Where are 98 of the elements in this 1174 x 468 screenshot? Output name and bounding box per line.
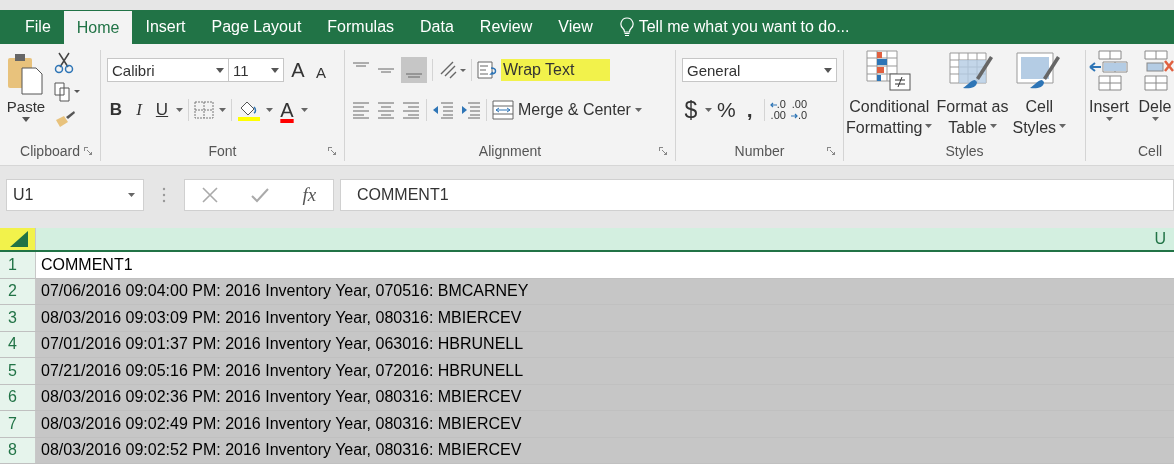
align-center-icon[interactable] [376, 100, 396, 120]
group-label: Number [734, 143, 785, 159]
dialog-launcher-icon[interactable] [328, 147, 336, 155]
bold-button[interactable]: B [107, 100, 125, 120]
ribbon-tab[interactable]: File [12, 10, 64, 44]
align-right-icon[interactable] [401, 100, 421, 120]
group-label: Alignment [478, 143, 542, 159]
caret-icon [271, 67, 279, 73]
ribbon-tab[interactable]: View [545, 10, 606, 44]
ribbon-tab[interactable]: Data [407, 10, 467, 44]
decrease-indent-icon[interactable] [432, 100, 454, 120]
insert-function-button[interactable]: fx [302, 184, 317, 206]
ribbon-tab[interactable]: Insert [132, 10, 199, 44]
caret-icon [634, 108, 642, 112]
caret-icon[interactable] [705, 108, 712, 112]
borders-icon[interactable] [194, 101, 214, 119]
row-header[interactable]: 2 [0, 278, 36, 304]
scissors-icon[interactable] [54, 52, 74, 74]
tell-me-search[interactable]: Tell me what you want to do... [619, 10, 850, 44]
font-color-button[interactable]: A [278, 98, 296, 122]
bar-grid-icon [866, 50, 913, 92]
right-arrow-icon [790, 112, 798, 119]
percent-button[interactable]: % [717, 98, 736, 122]
caret-icon[interactable] [266, 108, 273, 112]
decrease-font-size-button[interactable]: A [312, 63, 330, 81]
underline-button[interactable]: U [153, 100, 171, 120]
paste-button[interactable]: Paste [6, 50, 46, 141]
font-name-dropdown[interactable]: Calibri [107, 58, 229, 82]
table-cell: 08/03/2016 09:02:52 PM: 2016 Inventory Year, 080316: MBIERCEV [36, 437, 1174, 463]
align-left-icon[interactable] [351, 100, 371, 120]
caret-icon[interactable] [301, 108, 308, 112]
dialog-launcher-icon[interactable] [84, 147, 92, 155]
row-header[interactable]: 8 [0, 437, 36, 463]
conditional-formatting-button[interactable]: Conditional Formatting [846, 50, 933, 141]
row-header[interactable]: 3 [0, 305, 36, 331]
increase-font-size-button[interactable]: A [289, 58, 307, 82]
table-cell: 08/03/2016 09:02:36 PM: 2016 Inventory Year, 080316: MBIERCEV [36, 384, 1174, 410]
currency-button[interactable]: $ [682, 96, 700, 124]
row-header[interactable]: 1 [0, 252, 36, 278]
wrap-text-icon [477, 60, 499, 80]
comma-style-button[interactable]: , [740, 98, 759, 122]
insert-cells-icon [1089, 50, 1129, 92]
number-format-dropdown[interactable]: General [682, 58, 837, 82]
ribbon-tab[interactable]: Home [63, 11, 133, 44]
table-cell: 07/06/2016 09:04:00 PM: 2016 Inventory Year, 070516: BMCARNEY [36, 278, 1174, 304]
table-cell: 08/03/2016 09:03:09 PM: 2016 Inventory Year, 080316: MBIERCEV [36, 305, 1174, 331]
group-label: Cell [1138, 143, 1163, 159]
table-cell: 07/01/2016 09:01:37 PM: 2016 Inventory Year, 063016: HBRUNELL [36, 331, 1174, 357]
row-header[interactable]: 6 [0, 384, 36, 410]
caret-icon [989, 123, 997, 128]
caret-icon [22, 117, 30, 122]
clipboard-icon [6, 52, 46, 96]
caret-icon [824, 67, 832, 73]
decrease-decimal-button[interactable]: .00 .0 [790, 99, 808, 121]
formula-field[interactable]: COMMENT1 [340, 179, 1174, 211]
group-label: Styles [945, 143, 984, 159]
row-header[interactable]: 7 [0, 411, 36, 437]
select-all-button[interactable] [0, 228, 36, 250]
copy-icon[interactable] [54, 82, 80, 102]
bottom-align-icon[interactable] [401, 57, 427, 83]
cancel-icon[interactable] [201, 187, 218, 203]
left-arrow-icon [769, 101, 777, 108]
caret-icon [128, 193, 135, 197]
group-label: Font [208, 143, 237, 159]
increase-decimal-button[interactable]: .0 .00 [769, 99, 786, 121]
caret-icon[interactable] [219, 108, 226, 112]
caret-icon [1151, 117, 1159, 121]
lightbulb-icon [619, 17, 634, 37]
fill-color-icon[interactable] [237, 99, 261, 121]
caret-icon[interactable] [176, 108, 183, 112]
table-cell: 08/03/2016 09:02:49 PM: 2016 Inventory Year, 080316: MBIERCEV [36, 411, 1174, 437]
name-box[interactable]: U1 [6, 179, 144, 211]
ribbon-tab[interactable]: Formulas [314, 10, 408, 44]
italic-button[interactable]: I [130, 100, 148, 120]
group-label: Clipboard [20, 143, 80, 159]
font-size-dropdown[interactable]: 11 [228, 58, 284, 82]
increase-indent-icon[interactable] [459, 100, 481, 120]
merge-and-center-button[interactable]: Merge & Center [492, 100, 642, 120]
orientation-icon[interactable] [438, 60, 466, 80]
format-as-table-button[interactable]: Format as Table [936, 50, 1009, 141]
table-cell: 07/21/2016 09:05:16 PM: 2016 Inventory Year, 072016: HBRUNELL [36, 358, 1174, 384]
ribbon-tab[interactable]: Review [466, 10, 546, 44]
caret-icon [1105, 117, 1113, 121]
delete-button[interactable]: Dele [1134, 50, 1174, 141]
drag-handle-icon[interactable] [162, 187, 166, 203]
caret-icon [216, 67, 224, 73]
checkmark-icon[interactable] [251, 187, 270, 203]
row-header[interactable]: 4 [0, 331, 36, 357]
caret-icon [925, 123, 933, 128]
insert-button[interactable]: Insert [1088, 50, 1130, 141]
dialog-launcher-icon[interactable] [659, 147, 667, 155]
merge-cells-icon [492, 100, 514, 120]
paintbrush-icon[interactable] [54, 110, 76, 128]
ribbon-tab[interactable]: Page Layout [198, 10, 315, 44]
row-header[interactable]: 5 [0, 358, 36, 384]
dialog-launcher-icon[interactable] [827, 147, 835, 155]
cell-styles-button[interactable]: Cell Styles [1012, 50, 1067, 141]
caret-icon [1059, 123, 1067, 128]
